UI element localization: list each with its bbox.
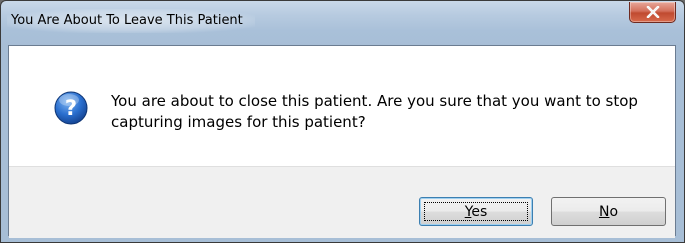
no-accelerator: N [598,203,610,220]
window-title: You Are About To Leave This Patient [7,9,255,33]
no-label-rest: o [609,203,619,220]
yes-label-rest: es [471,203,488,220]
close-button[interactable] [629,2,676,23]
button-bar: Yes No [9,166,675,238]
yes-button[interactable]: Yes [419,197,533,226]
svg-text:?: ? [65,96,77,120]
message-area: ? You are about to close this patient. A… [9,46,675,166]
yes-button-label: Yes [465,204,488,220]
no-button-label: No [599,204,618,220]
close-icon [646,6,659,18]
title-bar[interactable]: You Are About To Leave This Patient [1,1,684,45]
dialog-client-area: ? You are about to close this patient. A… [8,45,676,238]
dialog-message: You are about to close this patient. Are… [111,92,638,131]
no-button[interactable]: No [551,197,666,226]
question-icon: ? [54,91,88,125]
dialog-window: You Are About To Leave This Patient ? Yo… [0,0,685,243]
